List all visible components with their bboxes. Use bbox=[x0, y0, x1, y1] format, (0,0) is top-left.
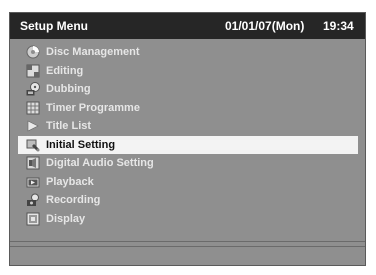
divider bbox=[10, 246, 365, 247]
editing-icon bbox=[26, 64, 40, 78]
menu-item-label: Timer Programme bbox=[46, 101, 140, 114]
menu-item-digital-audio-setting[interactable]: Digital Audio Setting bbox=[10, 154, 365, 173]
menu-item-recording[interactable]: Recording bbox=[10, 191, 365, 210]
playback-icon bbox=[26, 175, 40, 189]
menu-title: Setup Menu bbox=[20, 19, 88, 33]
menu-item-editing[interactable]: Editing bbox=[10, 62, 365, 81]
initial-setting-icon bbox=[26, 138, 40, 152]
digital-audio-icon bbox=[26, 156, 40, 170]
menu-item-title-list[interactable]: Title List bbox=[10, 117, 365, 136]
menu-item-dubbing[interactable]: Dubbing bbox=[10, 80, 365, 99]
menu-item-label: Disc Management bbox=[46, 46, 140, 58]
menu-item-label: Playback bbox=[46, 175, 94, 188]
setup-menu-list: Disc Management Editing Dubbing Timer Pr… bbox=[10, 43, 365, 228]
title-list-icon bbox=[26, 119, 40, 133]
menu-item-timer-programme[interactable]: Timer Programme bbox=[10, 99, 365, 118]
menu-item-display[interactable]: Display bbox=[10, 210, 365, 229]
recording-icon bbox=[26, 193, 40, 207]
time-display: 19:34 bbox=[323, 19, 354, 33]
disc-icon bbox=[26, 45, 40, 59]
menu-item-label: Dubbing bbox=[46, 83, 91, 95]
date-display: 01/01/07(Mon) bbox=[225, 19, 305, 33]
menu-item-playback[interactable]: Playback bbox=[10, 173, 365, 192]
menu-item-disc-management[interactable]: Disc Management bbox=[10, 43, 365, 62]
display-icon bbox=[26, 212, 40, 226]
menu-item-label: Digital Audio Setting bbox=[46, 157, 154, 169]
divider bbox=[10, 241, 365, 242]
menu-item-label: Editing bbox=[46, 64, 84, 77]
menu-item-label: Initial Setting bbox=[46, 138, 116, 151]
timer-icon bbox=[26, 101, 40, 115]
menu-item-label: Title List bbox=[46, 120, 92, 132]
menu-item-label: Display bbox=[46, 212, 86, 225]
menu-item-initial-setting[interactable]: Initial Setting bbox=[18, 135, 358, 154]
setup-menu-window: Setup Menu 01/01/07(Mon) 19:34 Disc Mana… bbox=[9, 12, 366, 266]
dubbing-icon bbox=[26, 82, 40, 96]
title-bar: Setup Menu 01/01/07(Mon) 19:34 bbox=[10, 13, 365, 39]
menu-item-label: Recording bbox=[46, 194, 101, 206]
